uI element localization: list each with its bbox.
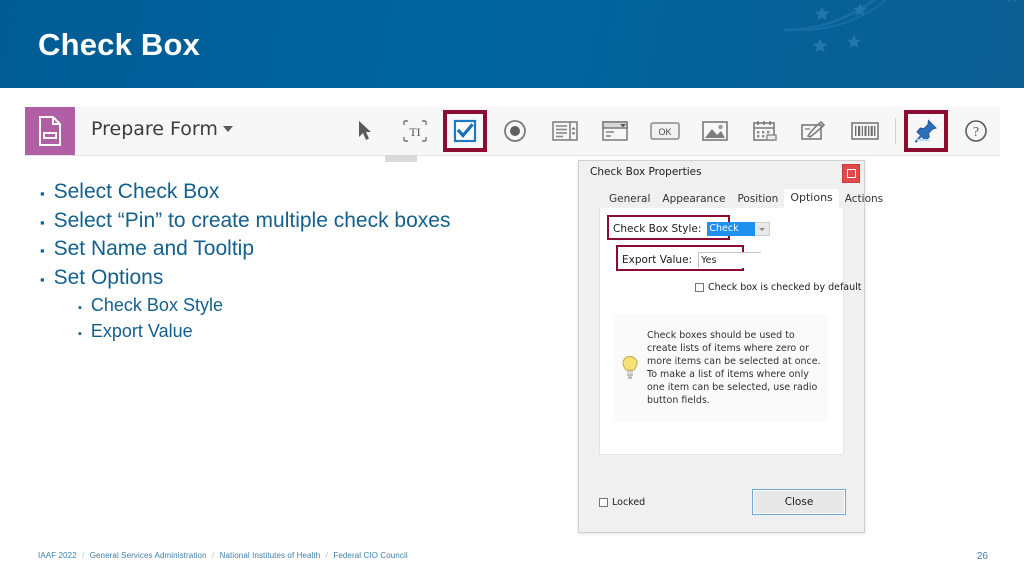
barcode-icon[interactable]	[840, 107, 890, 155]
prepare-form-toolbar: Prepare Form TI OK ?	[25, 107, 1000, 156]
svg-text:OK: OK	[658, 127, 671, 137]
list-item: ▪ Check Box Style	[40, 292, 560, 318]
list-item: ▪ Select Check Box	[40, 178, 560, 207]
dropdown-icon[interactable]	[590, 107, 640, 155]
tab-general[interactable]: General	[603, 191, 656, 208]
tip-text: Check boxes should be used to create lis…	[647, 330, 821, 406]
dialog-body: General Appearance Position Options Acti…	[599, 187, 883, 477]
checked-by-default-label: Check box is checked by default	[708, 282, 862, 293]
toolbar-divider	[895, 118, 896, 144]
text-field-icon[interactable]: TI	[390, 107, 440, 155]
locked-label: Locked	[612, 496, 646, 508]
signature-field-icon[interactable]	[790, 107, 840, 155]
date-field-icon[interactable]	[740, 107, 790, 155]
page-number: 26	[976, 551, 988, 562]
svg-text:?: ?	[973, 125, 979, 140]
close-button[interactable]: Close	[752, 489, 846, 515]
footer-separator: /	[325, 551, 328, 560]
dialog-title: Check Box Properties	[590, 166, 702, 178]
list-item: ▪ Set Options	[40, 264, 560, 293]
list-item-label: Select “Pin” to create multiple check bo…	[53, 208, 451, 232]
options-tab-panel: Check Box Style: Check Export Value: Yes…	[599, 208, 862, 455]
footer-part-iaaf: IAAF 2022	[38, 551, 77, 560]
export-value-label: Export Value:	[622, 254, 693, 266]
form-field-tools: TI OK ?	[340, 107, 1001, 155]
tab-appearance[interactable]: Appearance	[656, 191, 731, 208]
text-field-active-tab	[385, 155, 417, 162]
chevron-down-icon[interactable]	[755, 222, 771, 236]
list-item-label: Set Options	[53, 265, 164, 289]
prepare-form-label: Prepare Form	[91, 118, 218, 140]
page-title: Check Box	[38, 27, 201, 62]
bullet-marker-icon: ▪	[78, 302, 82, 314]
list-box-icon[interactable]	[540, 107, 590, 155]
ok-button-icon[interactable]: OK	[640, 107, 690, 155]
svg-text:TI: TI	[409, 125, 420, 139]
tip-panel: Check boxes should be used to create lis…	[613, 314, 828, 422]
check-box-style-row: Check Box Style: Check	[613, 222, 771, 236]
prepare-form-document-icon[interactable]	[25, 107, 75, 155]
footer-separator: /	[211, 551, 215, 560]
footer-part-cio: Federal CIO Council	[333, 551, 408, 560]
dialog-footer: Locked Close	[599, 489, 846, 515]
star-arc-decoration	[784, 0, 1017, 53]
list-item-label: Set Name and Tooltip	[53, 237, 255, 260]
checked-by-default-checkbox[interactable]: Check box is checked by default	[695, 282, 862, 293]
list-item: ▪ Export Value	[40, 318, 560, 344]
footer-part-gsa: General Services Administration	[89, 551, 207, 560]
tab-options[interactable]: Options	[784, 189, 839, 208]
export-value-input[interactable]: Yes	[698, 252, 762, 268]
list-item-label: Export Value	[90, 321, 193, 341]
list-item-label: Check Box Style	[90, 295, 223, 315]
check-box-style-label: Check Box Style:	[613, 223, 702, 235]
lightbulb-icon	[613, 355, 647, 381]
prepare-form-menu[interactable]: Prepare Form	[91, 118, 233, 140]
checkbox-square-icon	[695, 283, 704, 292]
bullet-list: ▪ Select Check Box ▪ Select “Pin” to cre…	[40, 178, 560, 344]
help-icon[interactable]: ?	[951, 107, 1001, 155]
bullet-marker-icon: ▪	[40, 243, 45, 258]
bullet-marker-icon: ▪	[40, 186, 45, 201]
image-field-icon[interactable]	[690, 107, 740, 155]
bullet-marker-icon: ▪	[40, 214, 45, 230]
slide-header: Check Box	[0, 0, 1024, 88]
footer-separator: /	[82, 551, 85, 560]
bullet-marker-icon: ▪	[40, 271, 45, 287]
tab-position[interactable]: Position	[731, 191, 784, 208]
list-item: ▪ Select “Pin” to create multiple check …	[40, 207, 560, 236]
locked-checkbox[interactable]: Locked	[599, 497, 645, 508]
close-icon[interactable]	[842, 164, 860, 183]
checkbox-square-icon	[599, 497, 608, 507]
select-cursor-icon[interactable]	[340, 107, 390, 155]
check-box-style-select[interactable]: Check	[707, 222, 756, 236]
export-value-row: Export Value: Yes	[622, 252, 762, 268]
check-box-properties-dialog: Check Box Properties General Appearance …	[578, 160, 883, 533]
footer-part-nih: National Institutes of Health	[219, 551, 321, 560]
list-item-label: Select Check Box	[53, 180, 220, 203]
list-item: ▪ Set Name and Tooltip	[40, 235, 560, 264]
slide-footer: IAAF 2022 / General Services Administrat…	[38, 551, 408, 560]
radio-button-icon[interactable]	[490, 107, 540, 155]
pin-icon[interactable]	[901, 107, 951, 155]
dialog-tabs: General Appearance Position Options Acti…	[599, 187, 883, 208]
tab-actions[interactable]: Actions	[839, 191, 889, 208]
check-box-icon[interactable]	[440, 107, 490, 155]
bullet-marker-icon: ▪	[78, 328, 82, 340]
chevron-down-icon	[222, 126, 233, 132]
